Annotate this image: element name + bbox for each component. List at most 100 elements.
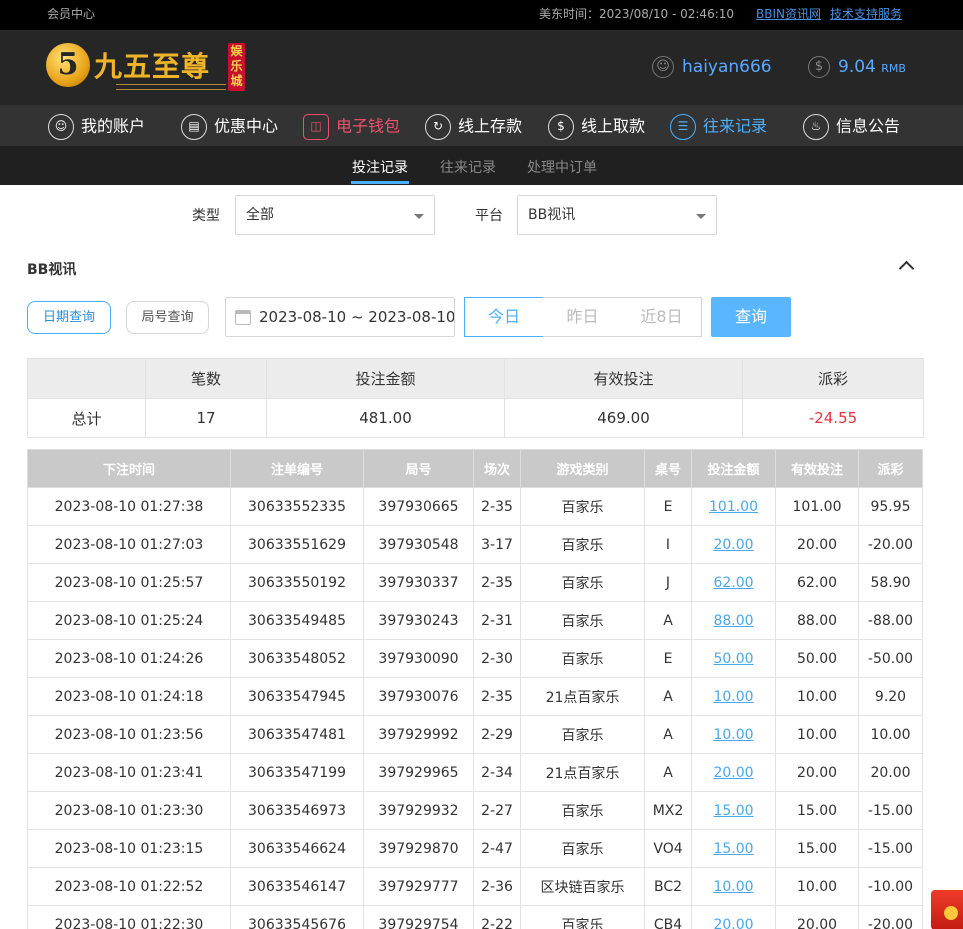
session-cell: 2-35 [473, 677, 521, 716]
balance-info[interactable]: $9.04 RMB [808, 56, 906, 78]
logo-name: 九五至尊 [94, 50, 211, 83]
table-cell: I [644, 525, 692, 564]
logo[interactable]: 5 九五至尊 娱乐城 [46, 41, 246, 97]
records-icon: ☰ [670, 113, 696, 140]
bet-id-cell: 30633551629 [230, 525, 364, 564]
nav-e-wallet[interactable]: ◫ 电子钱包 [303, 112, 400, 140]
bet-amount-cell: 15.00 [691, 829, 776, 868]
user-icon: ☺ [48, 113, 74, 140]
valid-bet-cell: 10.00 [775, 867, 859, 906]
table-row: 2023-08-10 01:22:52 30633546147 397929777 2… [27, 867, 923, 906]
bell-icon: ♨ [803, 113, 829, 140]
withdraw-icon: $ [548, 113, 574, 140]
table-row: 2023-08-10 01:27:03 30633551629 397930548 3… [27, 525, 923, 564]
platform-label: 平台 [475, 208, 503, 224]
nav-my-account[interactable]: ☺ 我的账户 [48, 112, 145, 140]
session-cell: 2-34 [473, 753, 521, 792]
bet-amount-link[interactable]: 15.00 [713, 841, 753, 857]
nav-label: 我的账户 [81, 116, 146, 136]
summary-header-cell: 有效投注 [504, 358, 743, 399]
bet-amount-link[interactable]: 50.00 [713, 651, 753, 667]
payout-cell: -15.00 [858, 829, 923, 868]
round-id-cell: 397929754 [363, 905, 474, 929]
bet-time-cell: 2023-08-10 01:24:26 [27, 639, 231, 678]
bet-amount-link[interactable]: 10.00 [713, 879, 753, 895]
round-id-cell: 397930090 [363, 639, 474, 678]
balance-currency: RMB [881, 62, 906, 75]
bet-amount-link[interactable]: 88.00 [713, 613, 753, 629]
valid-bet-cell: 62.00 [775, 563, 859, 602]
table-row: 2023-08-10 01:23:56 30633547481 397929992 2… [27, 715, 923, 754]
bet-amount-link[interactable]: 15.00 [713, 803, 753, 819]
logo-tag-text: 娱乐城 [230, 44, 243, 88]
summary-header-cell: 笔数 [145, 358, 267, 399]
bet-amount-cell: 10.00 [691, 715, 776, 754]
sub-nav: 投注记录 往来记录 处理中订单 [0, 146, 963, 185]
user-info[interactable]: ☺ haiyan666 [652, 56, 772, 78]
bet-amount-cell: 20.00 [691, 753, 776, 792]
bet-time-cell: 2023-08-10 01:23:30 [27, 791, 231, 830]
bet-amount-cell: 15.00 [691, 791, 776, 830]
payout-cell: -50.00 [858, 639, 923, 678]
summary-header-cell: 投注金额 [266, 358, 505, 399]
bbin-info-link[interactable]: BBIN资讯网 [756, 5, 821, 22]
tab-transaction-records[interactable]: 往来记录 [440, 157, 496, 177]
table-cell: A [644, 677, 692, 716]
summary-cell: 17 [145, 398, 267, 438]
chevron-up-icon[interactable] [898, 257, 914, 273]
red-packet-icon[interactable] [931, 890, 963, 929]
column-header: 注单编号 [230, 449, 364, 488]
round-query-button[interactable]: 局号查询 [126, 301, 209, 334]
tech-support-link[interactable]: 技术支持服务 [830, 5, 902, 22]
game-type-cell: 百家乐 [520, 905, 645, 929]
query-button[interactable]: 查询 [711, 297, 791, 337]
payout-cell: -20.00 [858, 525, 923, 564]
game-type-cell: 百家乐 [520, 791, 645, 830]
table-cell: A [644, 715, 692, 754]
bet-amount-link[interactable]: 20.00 [713, 537, 753, 553]
game-type-cell: 百家乐 [520, 525, 645, 564]
nav-online-deposit[interactable]: ↻ 线上存款 [425, 112, 522, 140]
nav-promotions[interactable]: ▤ 优惠中心 [181, 112, 278, 140]
tab-bet-records[interactable]: 投注记录 [351, 157, 409, 184]
yesterday-button[interactable]: 昨日 [543, 297, 623, 337]
payout-cell: -88.00 [858, 601, 923, 640]
tab-pending-orders[interactable]: 处理中订单 [527, 157, 597, 177]
bet-amount-link[interactable]: 62.00 [713, 575, 753, 591]
bet-amount-link[interactable]: 20.00 [713, 917, 753, 929]
game-type-cell: 百家乐 [520, 563, 645, 602]
type-select[interactable]: 全部 [235, 195, 435, 235]
nav-label: 线上存款 [458, 116, 523, 136]
nav-announcements[interactable]: ♨ 信息公告 [803, 112, 900, 140]
bet-amount-link[interactable]: 10.00 [713, 727, 753, 743]
bet-time-cell: 2023-08-10 01:23:41 [27, 753, 231, 792]
bet-amount-link[interactable]: 10.00 [713, 689, 753, 705]
nav-transaction-records[interactable]: ☰ 往来记录 [670, 112, 767, 140]
bet-time-cell: 2023-08-10 01:22:30 [27, 905, 231, 929]
bet-amount-link[interactable]: 101.00 [709, 499, 758, 515]
balance-amount: 9.04 [838, 57, 876, 77]
bet-id-cell: 30633547481 [230, 715, 364, 754]
date-range-input[interactable]: 2023-08-10 ~ 2023-08-10 [225, 297, 455, 337]
payout-cell: 20.00 [858, 753, 923, 792]
gift-icon: ▤ [181, 113, 207, 140]
platform-select[interactable]: BB视讯 [517, 195, 717, 235]
summary-header-cell: 派彩 [742, 358, 924, 399]
bet-amount-link[interactable]: 20.00 [713, 765, 753, 781]
nav-label: 优惠中心 [214, 116, 279, 136]
column-header: 投注金额 [691, 449, 776, 488]
today-button[interactable]: 今日 [464, 297, 544, 337]
column-header: 有效投注 [775, 449, 859, 488]
nav-label: 线上取款 [581, 116, 646, 136]
platform-select-value: BB视讯 [528, 207, 576, 223]
logo-tag: 娱乐城 [228, 43, 245, 91]
nav-online-withdraw[interactable]: $ 线上取款 [548, 112, 645, 140]
date-query-button[interactable]: 日期查询 [27, 301, 111, 334]
game-type-cell: 百家乐 [520, 715, 645, 754]
member-center-link[interactable]: 会员中心 [47, 5, 95, 22]
summary-cell: 总计 [27, 398, 146, 438]
summary-table: 笔数 投注金额 有效投注 派彩 总计 17 481.00 469.00 -24.… [27, 358, 924, 438]
table-row: 2023-08-10 01:24:26 30633548052 397930090 2… [27, 639, 923, 678]
nav-label: 信息公告 [836, 116, 901, 136]
last-8-days-button[interactable]: 近8日 [622, 297, 702, 337]
